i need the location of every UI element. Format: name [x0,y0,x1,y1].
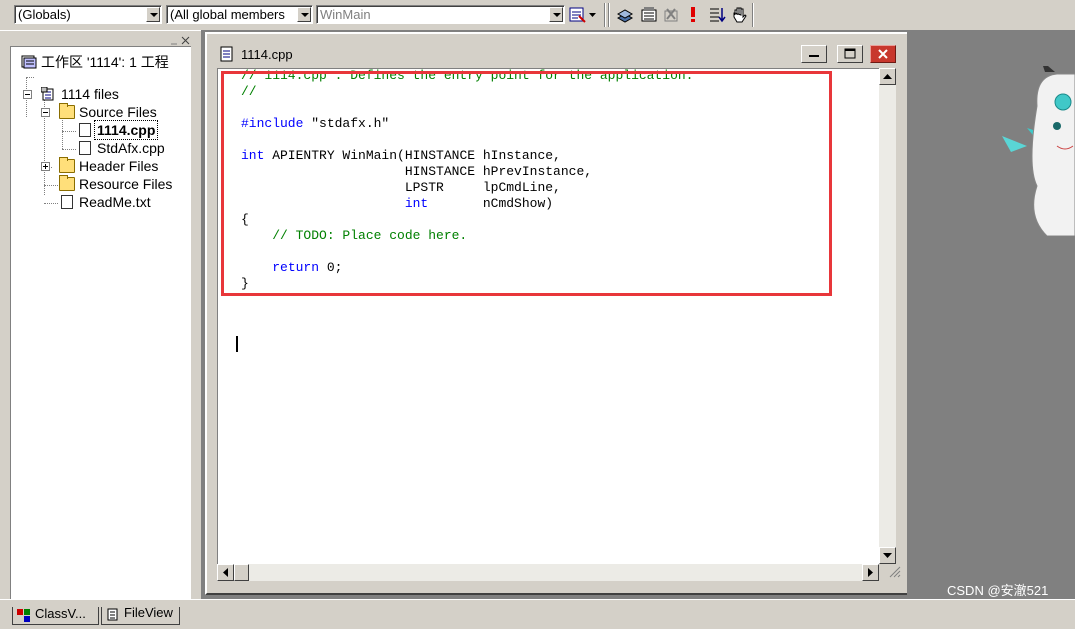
toolbar-separator [752,3,754,27]
scroll-thumb[interactable] [234,564,249,581]
collapse-toggle[interactable] [41,108,50,117]
chevron-down-icon[interactable] [297,7,311,22]
project-label: 1114 files [61,86,119,102]
workspace-panel: 工作区 '1114': 1 工程 1114 files Source Files… [9,33,195,625]
function-combo[interactable]: WinMain [316,5,565,24]
expand-toggle[interactable] [41,162,50,171]
file-label: ReadMe.txt [79,194,151,210]
breakpoint-hand-icon[interactable] [731,6,749,23]
code-highlight-box [221,71,832,296]
close-button[interactable] [870,45,896,63]
execute-icon[interactable] [686,6,700,23]
go-icon[interactable] [708,6,726,23]
fileview-icon [106,606,120,621]
minimize-panel-icon[interactable] [169,34,179,45]
workspace-icon [21,55,37,69]
editor-titlebar[interactable]: 1114.cpp [209,36,906,72]
horizontal-scrollbar[interactable] [217,564,879,581]
mdi-background-right [907,30,1075,601]
chevron-down-icon[interactable] [549,7,563,22]
chevron-down-icon[interactable] [146,7,160,22]
stop-build-icon[interactable] [662,6,680,23]
folder-icon [59,175,75,191]
vertical-scrollbar[interactable] [879,68,896,564]
dropdown-arrow-icon[interactable] [588,6,598,23]
folder-label: Source Files [79,104,157,120]
close-panel-icon[interactable] [181,34,191,45]
file-label-selected: 1114.cpp [93,120,159,140]
compile-icon[interactable] [616,6,634,23]
watermark: CSDN @安澈521 [947,583,1049,598]
folder-icon [59,157,75,173]
text-caret [236,336,238,352]
text-file-icon [61,195,73,209]
members-combo-value: (All global members [170,7,285,22]
file-label: StdAfx.cpp [97,140,165,156]
folder-label: Header Files [79,158,159,174]
resize-grip-icon[interactable] [889,566,901,578]
folder-label: Resource Files [79,176,173,192]
scroll-right-arrow-icon[interactable] [862,564,879,581]
function-combo-value: WinMain [320,7,371,22]
scroll-left-arrow-icon[interactable] [217,564,234,581]
cpp-file-icon [219,46,235,62]
editor-title: 1114.cpp [241,47,293,62]
folder-open-icon [59,103,75,119]
toolbar-separator [604,3,606,27]
globals-combo-value: (Globals) [18,7,71,22]
minimize-button[interactable] [801,45,827,63]
toolbar: (Globals) (All global members WinMain [0,0,1075,31]
scroll-up-arrow-icon[interactable] [879,68,896,85]
maximize-button[interactable] [837,45,863,63]
collapse-toggle[interactable] [23,90,32,99]
mascot-icon [997,60,1075,237]
tab-fileview-label: FileView [124,605,173,620]
members-combo[interactable]: (All global members [166,5,313,24]
build-icon[interactable] [640,6,658,23]
toolbar-separator [608,3,610,27]
tab-classview-label: ClassV... [35,606,86,621]
classview-icon [17,607,31,622]
wizard-action-icon[interactable] [569,6,587,23]
scroll-down-arrow-icon[interactable] [879,547,896,564]
globals-combo[interactable]: (Globals) [14,5,162,24]
project-icon [40,86,57,101]
cpp-file-icon [79,123,91,137]
file-tree: 工作区 '1114': 1 工程 1114 files Source Files… [10,46,191,601]
cpp-file-icon [79,141,91,155]
workspace-label: 工作区 '1114': 1 工程 [41,54,169,70]
